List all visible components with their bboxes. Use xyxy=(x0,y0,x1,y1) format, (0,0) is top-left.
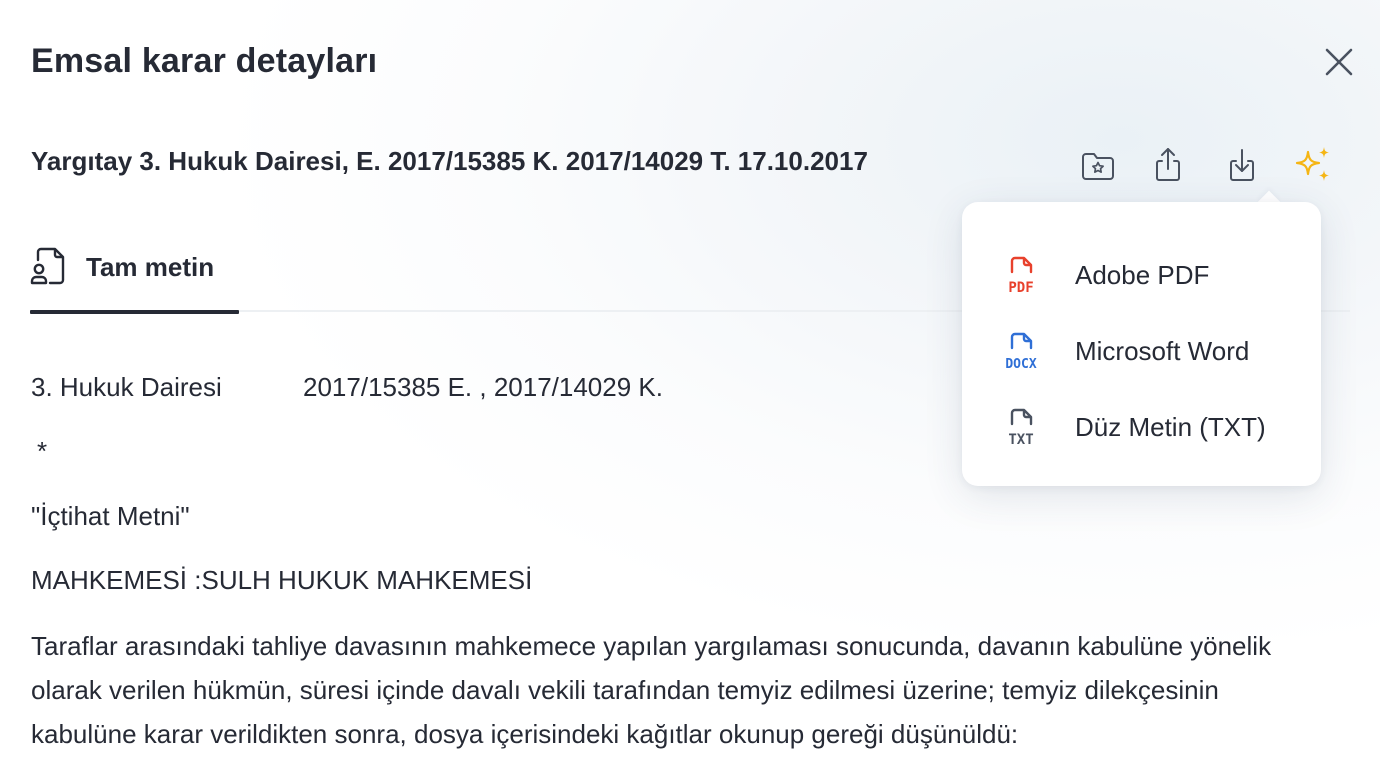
docx-file-icon: DOCX xyxy=(1005,332,1037,372)
download-format-menu: PDF Adobe PDF DOCX Microsoft Word TXT Dü… xyxy=(962,202,1321,486)
menu-item-label: Düz Metin (TXT) xyxy=(1075,412,1266,442)
download-button[interactable] xyxy=(1220,143,1264,187)
document-paragraph: Taraflar arasındaki tahliye davasının ma… xyxy=(31,631,1272,749)
svg-text:PDF: PDF xyxy=(1008,280,1033,296)
close-icon[interactable] xyxy=(1319,42,1359,82)
document-person-icon xyxy=(30,247,65,285)
share-icon[interactable] xyxy=(1148,145,1188,185)
ai-summary-button[interactable] xyxy=(1292,143,1336,187)
sparkles-icon[interactable] xyxy=(1292,143,1336,187)
close-button[interactable] xyxy=(1319,42,1359,82)
tab-label: Tam metin xyxy=(86,252,215,282)
svg-text:TXT: TXT xyxy=(1008,432,1033,448)
asterisk-line: * xyxy=(37,436,48,466)
mahkemesi-line: MAHKEMESİ :SULH HUKUK MAHKEMESİ xyxy=(31,565,533,595)
menu-item-label: Adobe PDF xyxy=(1075,260,1210,290)
case-numbers: 2017/15385 E. , 2017/14029 K. xyxy=(303,372,663,402)
tab-active-indicator xyxy=(30,310,239,314)
ictihat-heading: "İçtihat Metni" xyxy=(31,501,190,531)
menu-item-word[interactable]: DOCX Microsoft Word xyxy=(962,316,1321,388)
save-to-folder-button[interactable] xyxy=(1076,143,1120,187)
download-icon[interactable] xyxy=(1222,145,1262,185)
case-title: Yargıtay 3. Hukuk Dairesi, E. 2017/15385… xyxy=(31,146,868,176)
menu-item-label: Microsoft Word xyxy=(1075,336,1250,366)
txt-file-icon: TXT xyxy=(1008,408,1034,448)
modal-title: Emsal karar detayları xyxy=(31,42,378,80)
share-button[interactable] xyxy=(1146,143,1190,187)
tab-tam-metin[interactable]: Tam metin xyxy=(30,236,239,314)
pdf-file-icon: PDF xyxy=(1008,256,1034,296)
folder-star-icon[interactable] xyxy=(1078,145,1118,185)
menu-item-pdf[interactable]: PDF Adobe PDF xyxy=(962,240,1321,312)
menu-item-txt[interactable]: TXT Düz Metin (TXT) xyxy=(962,392,1321,464)
court-name: 3. Hukuk Dairesi xyxy=(31,372,222,402)
svg-text:DOCX: DOCX xyxy=(1005,357,1036,372)
